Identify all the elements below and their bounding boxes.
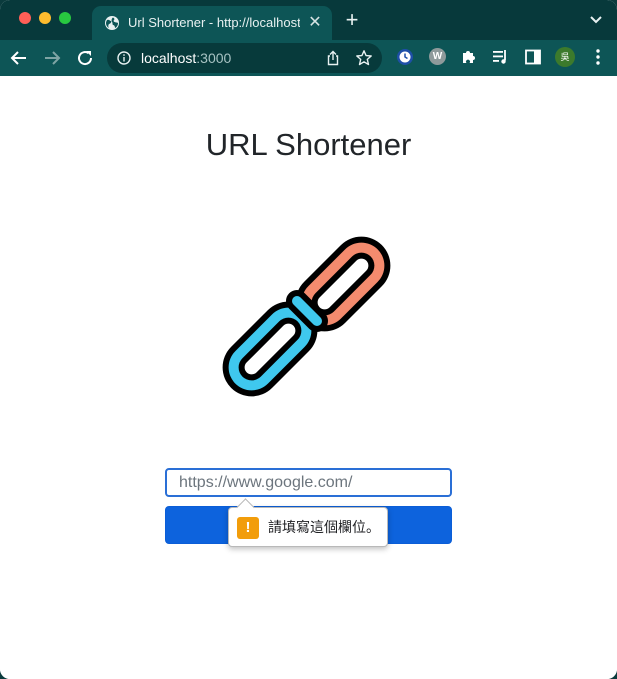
side-panel-icon[interactable]: [524, 48, 542, 66]
tooltip-arrow: [236, 498, 255, 517]
w-extension-icon[interactable]: W: [429, 48, 446, 65]
tab-title: Url Shortener - http://localhost: [128, 15, 300, 30]
validation-message: 請填寫這個欄位。: [268, 520, 380, 536]
reload-icon[interactable]: [75, 48, 95, 68]
address-bar[interactable]: localhost:3000: [107, 43, 382, 73]
browser-window: Url Shortener - http://localhost ✕ + loc…: [0, 0, 617, 679]
page-title: URL Shortener: [205, 127, 412, 162]
clock-extension-icon[interactable]: [396, 48, 414, 66]
tab-close-icon[interactable]: ✕: [306, 14, 324, 32]
more-menu-icon[interactable]: [590, 48, 606, 66]
globe-icon: [105, 16, 119, 30]
maximize-window-button[interactable]: [59, 12, 71, 24]
forward-arrow-icon[interactable]: [42, 48, 62, 68]
minimize-window-button[interactable]: [39, 12, 51, 24]
chevron-down-icon[interactable]: [588, 13, 604, 27]
chain-link-icon: [222, 236, 391, 397]
tab-strip: Url Shortener - http://localhost ✕ +: [0, 0, 617, 40]
bookmark-star-icon[interactable]: [355, 49, 373, 67]
validation-tooltip: ! 請填寫這個欄位。: [228, 498, 388, 547]
warning-icon: !: [237, 517, 259, 539]
back-arrow-icon[interactable]: [9, 48, 29, 68]
browser-tab-active[interactable]: Url Shortener - http://localhost ✕: [92, 6, 332, 40]
reading-list-icon[interactable]: [492, 48, 510, 66]
close-window-button[interactable]: [19, 12, 31, 24]
info-icon[interactable]: [117, 51, 131, 65]
page-content: URL Shortener ! 請填寫這個欄位。: [0, 76, 617, 679]
address-url: localhost:3000: [141, 50, 232, 66]
new-tab-button[interactable]: +: [342, 9, 362, 31]
puzzle-icon[interactable]: [460, 48, 478, 66]
profile-avatar[interactable]: 吳: [555, 47, 575, 67]
url-input[interactable]: [165, 468, 452, 497]
share-icon[interactable]: [325, 50, 341, 66]
